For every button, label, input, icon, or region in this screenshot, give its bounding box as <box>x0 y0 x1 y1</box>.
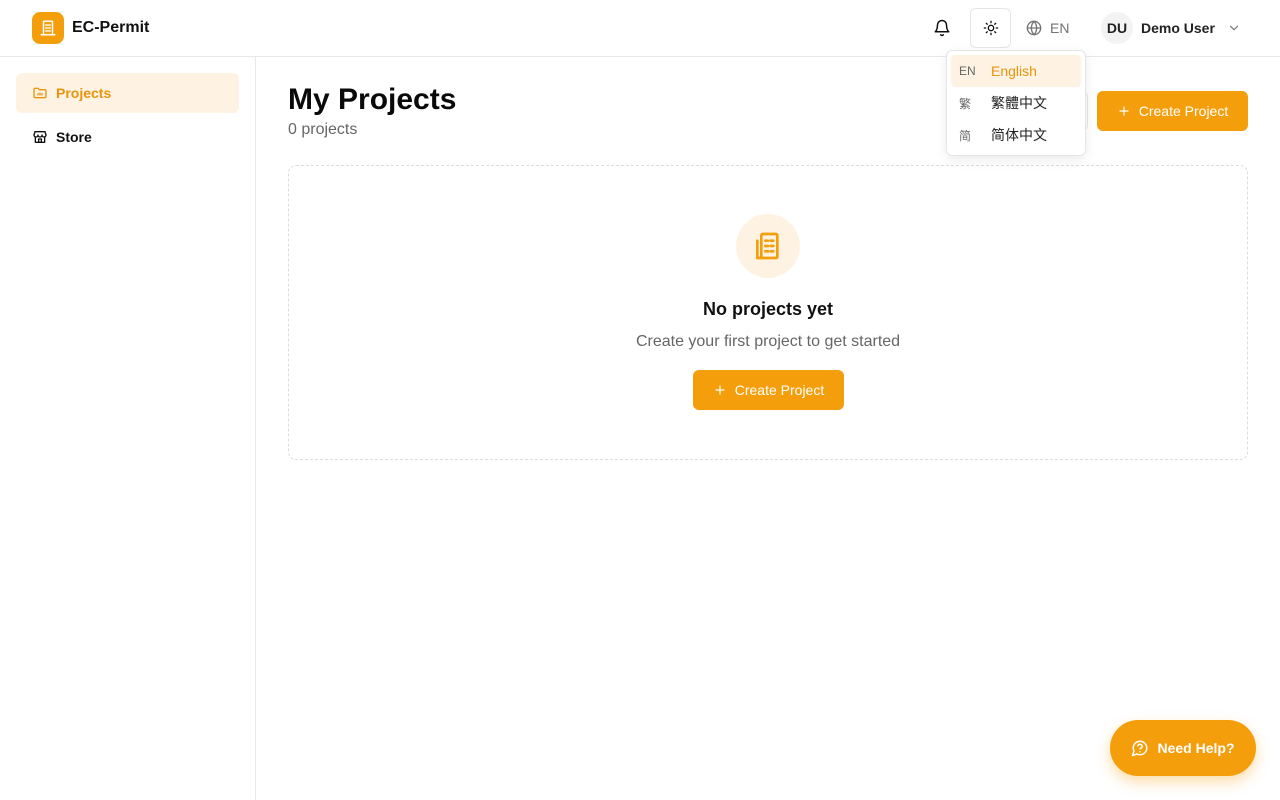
plus-icon <box>715 385 725 395</box>
language-option-simplified-chinese[interactable]: 简 简体中文 <box>951 119 1081 151</box>
language-button[interactable]: EN <box>1026 14 1069 42</box>
user-menu[interactable]: DU Demo User <box>1101 12 1241 44</box>
bell-icon <box>934 19 950 37</box>
language-option-label: 繁體中文 <box>991 95 1047 111</box>
avatar: DU <box>1101 12 1133 44</box>
plus-icon <box>1119 106 1129 116</box>
project-count: 0 projects <box>288 121 358 138</box>
empty-state-title: No projects yet <box>702 299 834 319</box>
language-option-label: 简体中文 <box>991 127 1047 143</box>
building-icon <box>40 20 56 36</box>
empty-state-subtitle: Create your first project to get started <box>635 333 901 350</box>
store-icon <box>33 131 47 143</box>
user-name: Demo User <box>1141 20 1215 36</box>
create-project-label: Create Project <box>1138 103 1229 119</box>
theme-toggle-button[interactable] <box>970 8 1011 48</box>
create-project-label: Create Project <box>734 382 825 398</box>
language-option-traditional-chinese[interactable]: 繁 繁體中文 <box>951 87 1081 119</box>
need-help-label: Need Help? <box>1157 740 1235 756</box>
help-chat-icon <box>1132 740 1148 757</box>
language-code: EN <box>1050 20 1070 36</box>
folder-icon <box>33 87 47 99</box>
sidebar: Projects Store <box>0 57 256 800</box>
globe-icon <box>1026 20 1042 36</box>
empty-state-icon <box>736 214 800 278</box>
notifications-button[interactable] <box>930 16 954 40</box>
language-option-code: EN <box>959 64 976 78</box>
sidebar-item-label: Projects <box>56 85 112 101</box>
app-logo[interactable] <box>32 12 64 44</box>
language-option-english[interactable]: EN English <box>951 55 1081 87</box>
sidebar-item-store[interactable]: Store <box>16 117 239 157</box>
language-option-label: English <box>991 63 1037 79</box>
sun-icon <box>983 20 998 36</box>
empty-state-card: No projects yet Create your first projec… <box>288 165 1248 460</box>
language-menu: EN English 繁 繁體中文 简 简体中文 <box>946 50 1086 156</box>
language-option-code: 繁 <box>959 96 972 111</box>
language-option-code: 简 <box>959 128 972 143</box>
app-title: EC-Permit <box>72 19 150 36</box>
create-first-project-button[interactable]: Create Project <box>693 370 844 410</box>
need-help-button[interactable]: Need Help? <box>1110 720 1256 776</box>
chevron-down-icon <box>1227 21 1241 35</box>
building-icon <box>756 232 779 260</box>
sidebar-item-projects[interactable]: Projects <box>16 73 239 113</box>
sidebar-item-label: Store <box>56 129 92 145</box>
top-header: EC-Permit EN DU Demo User <box>0 0 1280 57</box>
create-project-button[interactable]: Create Project <box>1097 91 1248 131</box>
page-title: My Projects <box>288 83 457 116</box>
